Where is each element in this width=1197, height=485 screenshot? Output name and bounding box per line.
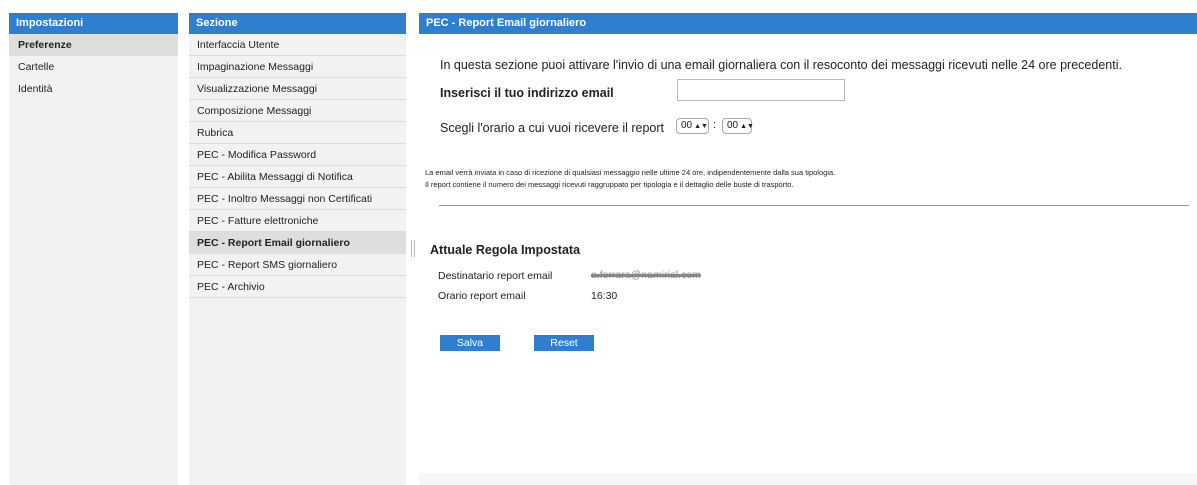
sezione-item[interactable]: PEC - Report SMS giornaliero	[189, 254, 406, 276]
main-footer-strip	[419, 473, 1197, 485]
hour-select[interactable]: 00 ▲▼	[676, 118, 709, 134]
sezione-item[interactable]: PEC - Report Email giornaliero	[189, 232, 406, 254]
main-content: In questa sezione puoi attivare l'invio …	[419, 34, 1197, 473]
sezione-item[interactable]: Rubrica	[189, 122, 406, 144]
email-input[interactable]	[677, 79, 845, 101]
sezione-item[interactable]: PEC - Fatture elettroniche	[189, 210, 406, 232]
impostazioni-item[interactable]: Preferenze	[9, 34, 178, 56]
sezione-item[interactable]: Composizione Messaggi	[189, 100, 406, 122]
impostazioni-list: Preferenze Cartelle Identità	[9, 34, 178, 100]
updown-arrows-icon: ▲▼	[694, 123, 708, 130]
intro-text: In questa sezione puoi attivare l'invio …	[440, 58, 1122, 72]
destination-value: a.ferrara@namirial.com	[591, 269, 701, 281]
impostazioni-item[interactable]: Identità	[9, 78, 178, 100]
sezione-header: Sezione	[189, 13, 406, 34]
sezione-panel: Interfaccia Utente Impaginazione Messaggi…	[189, 34, 406, 485]
impostazioni-header: Impostazioni	[9, 13, 178, 34]
hour-value: 00	[681, 120, 693, 131]
sezione-item[interactable]: Impaginazione Messaggi	[189, 56, 406, 78]
time-label: Scegli l'orario a cui vuoi ricevere il r…	[440, 121, 665, 135]
divider	[439, 205, 1189, 206]
sezione-item[interactable]: Visualizzazione Messaggi	[189, 78, 406, 100]
impostazioni-panel: Preferenze Cartelle Identità	[9, 34, 178, 485]
time-separator: :	[713, 119, 717, 131]
info-note: Il report contiene il numero dei messagg…	[425, 180, 794, 189]
report-time-value: 16:30	[591, 290, 618, 302]
minute-select[interactable]: 00 ▲▼	[722, 118, 754, 134]
save-button[interactable]: Salva	[440, 335, 500, 351]
info-note: La email verrà inviata in caso di ricezi…	[425, 168, 836, 177]
impostazioni-item[interactable]: Cartelle	[9, 56, 178, 78]
panel-resize-handle[interactable]	[411, 240, 415, 257]
sezione-list: Interfaccia Utente Impaginazione Messaggi…	[189, 34, 406, 298]
sezione-item[interactable]: PEC - Archivio	[189, 276, 406, 298]
destination-label: Destinatario report email	[438, 270, 553, 282]
reset-button[interactable]: Reset	[534, 335, 594, 351]
sezione-item[interactable]: Interfaccia Utente	[189, 34, 406, 56]
sezione-item[interactable]: PEC - Abilita Messaggi di Notifica	[189, 166, 406, 188]
sezione-item[interactable]: PEC - Modifica Password	[189, 144, 406, 166]
sezione-item[interactable]: PEC - Inoltro Messaggi non Certificati	[189, 188, 406, 210]
email-label: Inserisci il tuo indirizzo email	[440, 86, 614, 100]
minute-value: 00	[727, 120, 739, 131]
page-title: PEC - Report Email giornaliero	[419, 13, 1197, 34]
rule-title: Attuale Regola Impostata	[430, 243, 581, 257]
report-time-label: Orario report email	[438, 290, 526, 302]
updown-arrows-icon: ▲▼	[740, 123, 754, 130]
